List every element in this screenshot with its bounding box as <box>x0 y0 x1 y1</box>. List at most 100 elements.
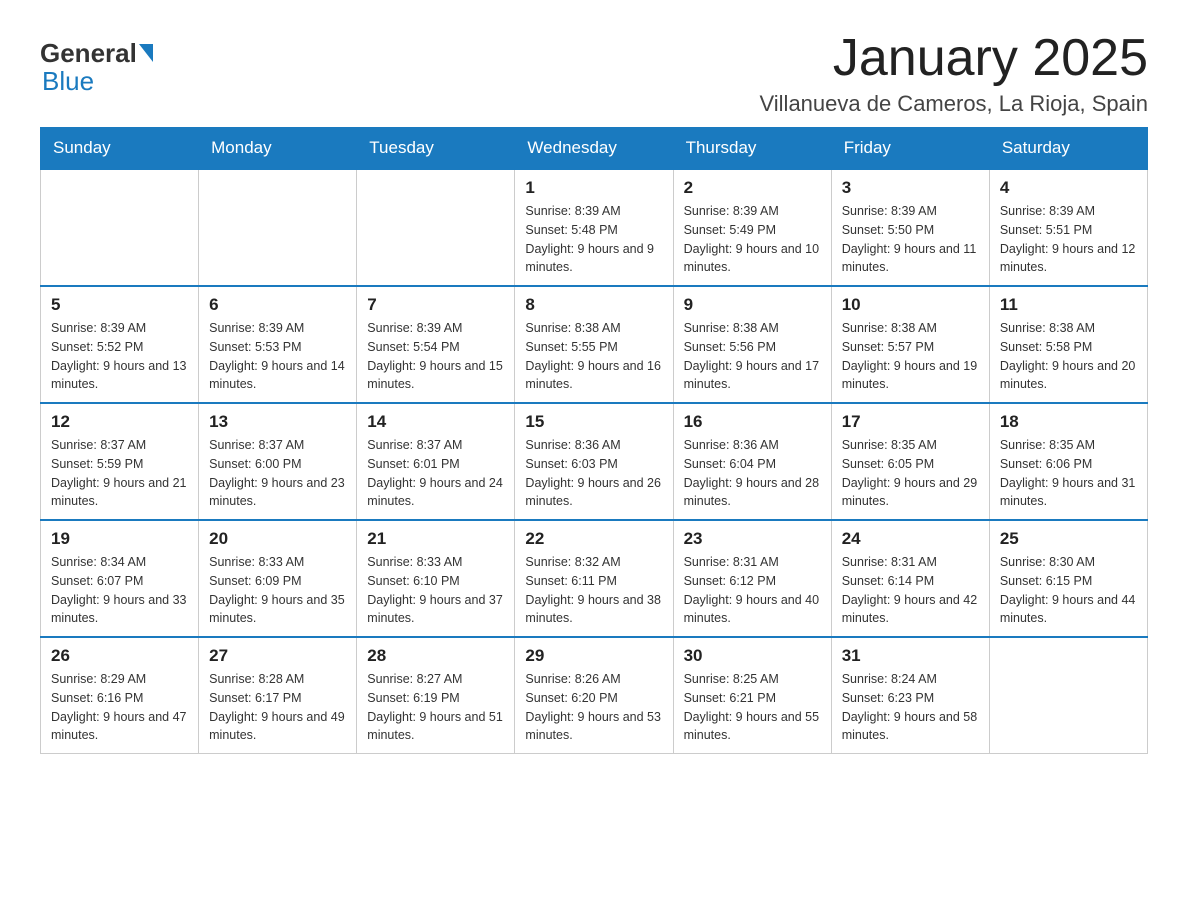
day-of-week-header: Wednesday <box>515 128 673 170</box>
logo-blue-text: Blue <box>42 66 94 96</box>
day-number: 14 <box>367 412 504 432</box>
day-info: Sunrise: 8:39 AMSunset: 5:48 PMDaylight:… <box>525 202 662 277</box>
logo-arrow-icon <box>139 44 153 62</box>
calendar-cell: 17 Sunrise: 8:35 AMSunset: 6:05 PMDayligh… <box>831 403 989 520</box>
day-number: 15 <box>525 412 662 432</box>
day-of-week-header: Tuesday <box>357 128 515 170</box>
calendar-cell: 15 Sunrise: 8:36 AMSunset: 6:03 PMDayligh… <box>515 403 673 520</box>
day-of-week-header: Thursday <box>673 128 831 170</box>
page-header: General Blue January 2025 Villanueva de … <box>40 30 1148 117</box>
day-info: Sunrise: 8:29 AMSunset: 6:16 PMDaylight:… <box>51 670 188 745</box>
day-number: 21 <box>367 529 504 549</box>
calendar-cell: 31 Sunrise: 8:24 AMSunset: 6:23 PMDayligh… <box>831 637 989 754</box>
day-number: 31 <box>842 646 979 666</box>
day-number: 23 <box>684 529 821 549</box>
day-number: 9 <box>684 295 821 315</box>
day-info: Sunrise: 8:39 AMSunset: 5:50 PMDaylight:… <box>842 202 979 277</box>
day-info: Sunrise: 8:26 AMSunset: 6:20 PMDaylight:… <box>525 670 662 745</box>
week-row: 12 Sunrise: 8:37 AMSunset: 5:59 PMDayligh… <box>41 403 1148 520</box>
day-info: Sunrise: 8:36 AMSunset: 6:04 PMDaylight:… <box>684 436 821 511</box>
day-info: Sunrise: 8:35 AMSunset: 6:06 PMDaylight:… <box>1000 436 1137 511</box>
logo-general-text: General <box>40 40 137 66</box>
day-info: Sunrise: 8:30 AMSunset: 6:15 PMDaylight:… <box>1000 553 1137 628</box>
calendar-cell: 9 Sunrise: 8:38 AMSunset: 5:56 PMDaylight… <box>673 286 831 403</box>
day-info: Sunrise: 8:35 AMSunset: 6:05 PMDaylight:… <box>842 436 979 511</box>
calendar-cell: 28 Sunrise: 8:27 AMSunset: 6:19 PMDayligh… <box>357 637 515 754</box>
calendar-cell: 14 Sunrise: 8:37 AMSunset: 6:01 PMDayligh… <box>357 403 515 520</box>
day-info: Sunrise: 8:33 AMSunset: 6:09 PMDaylight:… <box>209 553 346 628</box>
day-number: 12 <box>51 412 188 432</box>
day-number: 16 <box>684 412 821 432</box>
day-info: Sunrise: 8:25 AMSunset: 6:21 PMDaylight:… <box>684 670 821 745</box>
day-info: Sunrise: 8:39 AMSunset: 5:52 PMDaylight:… <box>51 319 188 394</box>
calendar-cell: 11Sunrise: 8:38 AMSunset: 5:58 PMDayligh… <box>989 286 1147 403</box>
day-number: 5 <box>51 295 188 315</box>
calendar-cell: 1 Sunrise: 8:39 AMSunset: 5:48 PMDaylight… <box>515 169 673 286</box>
calendar-cell: 4 Sunrise: 8:39 AMSunset: 5:51 PMDaylight… <box>989 169 1147 286</box>
week-row: 1 Sunrise: 8:39 AMSunset: 5:48 PMDaylight… <box>41 169 1148 286</box>
day-number: 25 <box>1000 529 1137 549</box>
calendar-cell: 6 Sunrise: 8:39 AMSunset: 5:53 PMDaylight… <box>199 286 357 403</box>
calendar-cell: 8 Sunrise: 8:38 AMSunset: 5:55 PMDaylight… <box>515 286 673 403</box>
day-number: 6 <box>209 295 346 315</box>
day-info: Sunrise: 8:24 AMSunset: 6:23 PMDaylight:… <box>842 670 979 745</box>
day-of-week-header: Sunday <box>41 128 199 170</box>
calendar-cell: 30 Sunrise: 8:25 AMSunset: 6:21 PMDayligh… <box>673 637 831 754</box>
day-info: Sunrise: 8:33 AMSunset: 6:10 PMDaylight:… <box>367 553 504 628</box>
day-number: 30 <box>684 646 821 666</box>
day-info: Sunrise: 8:36 AMSunset: 6:03 PMDaylight:… <box>525 436 662 511</box>
day-info: Sunrise: 8:37 AMSunset: 5:59 PMDaylight:… <box>51 436 188 511</box>
day-number: 18 <box>1000 412 1137 432</box>
day-number: 29 <box>525 646 662 666</box>
week-row: 5 Sunrise: 8:39 AMSunset: 5:52 PMDaylight… <box>41 286 1148 403</box>
calendar-cell: 24Sunrise: 8:31 AMSunset: 6:14 PMDayligh… <box>831 520 989 637</box>
day-info: Sunrise: 8:31 AMSunset: 6:12 PMDaylight:… <box>684 553 821 628</box>
calendar-cell: 16 Sunrise: 8:36 AMSunset: 6:04 PMDayligh… <box>673 403 831 520</box>
day-info: Sunrise: 8:37 AMSunset: 6:01 PMDaylight:… <box>367 436 504 511</box>
calendar-cell: 21 Sunrise: 8:33 AMSunset: 6:10 PMDayligh… <box>357 520 515 637</box>
week-row: 19Sunrise: 8:34 AMSunset: 6:07 PMDayligh… <box>41 520 1148 637</box>
day-info: Sunrise: 8:38 AMSunset: 5:56 PMDaylight:… <box>684 319 821 394</box>
location-title: Villanueva de Cameros, La Rioja, Spain <box>760 91 1149 117</box>
day-info: Sunrise: 8:34 AMSunset: 6:07 PMDaylight:… <box>51 553 188 628</box>
calendar-cell: 25 Sunrise: 8:30 AMSunset: 6:15 PMDayligh… <box>989 520 1147 637</box>
day-info: Sunrise: 8:38 AMSunset: 5:58 PMDaylight:… <box>1000 319 1137 394</box>
day-number: 26 <box>51 646 188 666</box>
calendar-cell: 27 Sunrise: 8:28 AMSunset: 6:17 PMDayligh… <box>199 637 357 754</box>
calendar-cell: 23 Sunrise: 8:31 AMSunset: 6:12 PMDayligh… <box>673 520 831 637</box>
day-info: Sunrise: 8:37 AMSunset: 6:00 PMDaylight:… <box>209 436 346 511</box>
day-info: Sunrise: 8:39 AMSunset: 5:51 PMDaylight:… <box>1000 202 1137 277</box>
calendar-cell: 10Sunrise: 8:38 AMSunset: 5:57 PMDayligh… <box>831 286 989 403</box>
calendar-cell: 22Sunrise: 8:32 AMSunset: 6:11 PMDayligh… <box>515 520 673 637</box>
calendar-cell: 2Sunrise: 8:39 AMSunset: 5:49 PMDaylight… <box>673 169 831 286</box>
day-info: Sunrise: 8:31 AMSunset: 6:14 PMDaylight:… <box>842 553 979 628</box>
day-number: 3 <box>842 178 979 198</box>
day-of-week-header: Friday <box>831 128 989 170</box>
day-number: 28 <box>367 646 504 666</box>
day-info: Sunrise: 8:27 AMSunset: 6:19 PMDaylight:… <box>367 670 504 745</box>
week-row: 26 Sunrise: 8:29 AMSunset: 6:16 PMDayligh… <box>41 637 1148 754</box>
day-of-week-header: Monday <box>199 128 357 170</box>
day-info: Sunrise: 8:39 AMSunset: 5:49 PMDaylight:… <box>684 202 821 277</box>
day-number: 27 <box>209 646 346 666</box>
calendar-cell: 7Sunrise: 8:39 AMSunset: 5:54 PMDaylight… <box>357 286 515 403</box>
day-number: 13 <box>209 412 346 432</box>
day-number: 8 <box>525 295 662 315</box>
day-info: Sunrise: 8:38 AMSunset: 5:55 PMDaylight:… <box>525 319 662 394</box>
days-header-row: SundayMondayTuesdayWednesdayThursdayFrid… <box>41 128 1148 170</box>
month-title: January 2025 <box>760 30 1149 87</box>
day-info: Sunrise: 8:28 AMSunset: 6:17 PMDaylight:… <box>209 670 346 745</box>
calendar-cell <box>199 169 357 286</box>
day-number: 4 <box>1000 178 1137 198</box>
day-number: 10 <box>842 295 979 315</box>
day-number: 1 <box>525 178 662 198</box>
logo: General Blue <box>40 40 155 97</box>
day-info: Sunrise: 8:32 AMSunset: 6:11 PMDaylight:… <box>525 553 662 628</box>
calendar-cell <box>357 169 515 286</box>
day-info: Sunrise: 8:39 AMSunset: 5:53 PMDaylight:… <box>209 319 346 394</box>
day-number: 17 <box>842 412 979 432</box>
calendar-cell: 5 Sunrise: 8:39 AMSunset: 5:52 PMDaylight… <box>41 286 199 403</box>
calendar-cell: 29 Sunrise: 8:26 AMSunset: 6:20 PMDayligh… <box>515 637 673 754</box>
calendar-cell: 20Sunrise: 8:33 AMSunset: 6:09 PMDayligh… <box>199 520 357 637</box>
calendar-cell: 13 Sunrise: 8:37 AMSunset: 6:00 PMDayligh… <box>199 403 357 520</box>
